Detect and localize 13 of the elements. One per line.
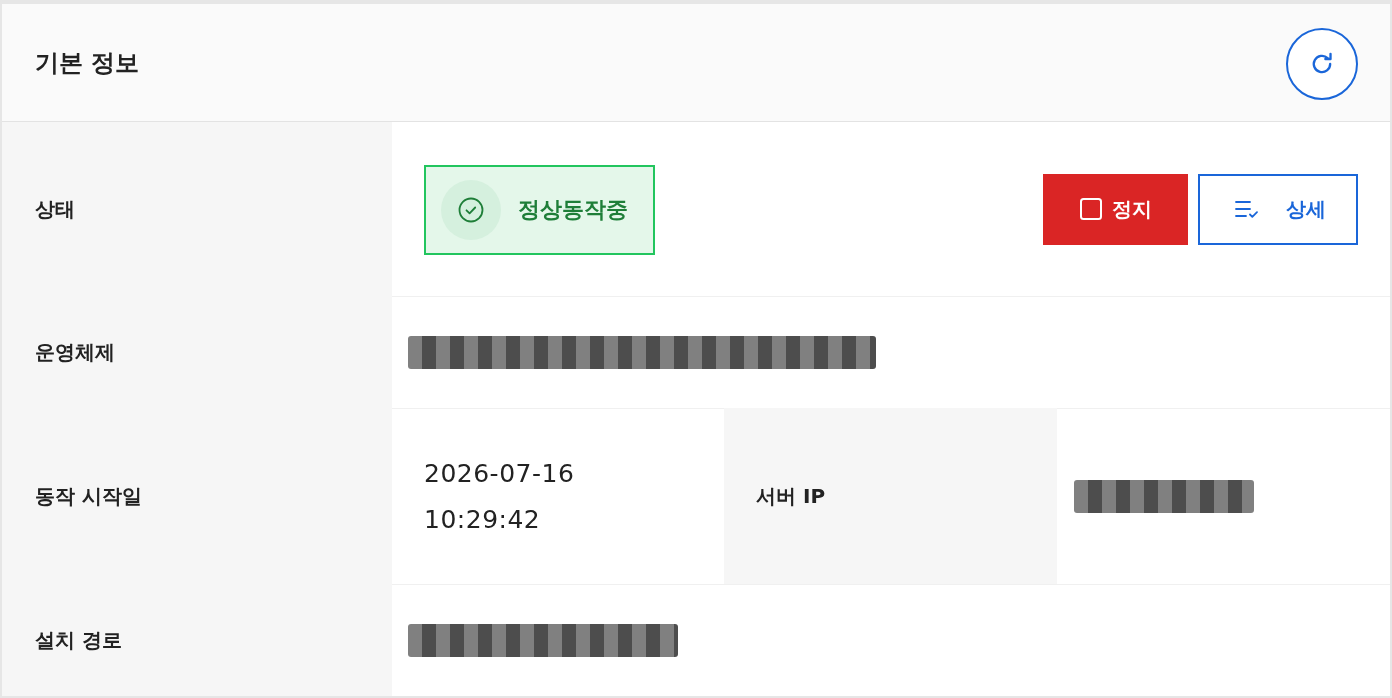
status-text: 정상동작중 (518, 196, 628, 224)
field-label: 운영체제 (35, 339, 115, 366)
field-label: 상태 (35, 195, 75, 223)
field-label: 설치 경로 (35, 627, 122, 654)
check-circle-icon (441, 180, 501, 240)
stop-button[interactable]: 정지 (1043, 173, 1188, 245)
field-value: 2026-07-16 10:29:42 (424, 457, 576, 536)
panel-title: 기본 정보 (35, 47, 140, 79)
square-icon (1079, 198, 1102, 220)
detail-button[interactable]: 상세 (1198, 173, 1358, 245)
list-check-icon (1234, 200, 1259, 218)
field-label: 서버 IP (756, 483, 826, 510)
field-label: 동작 시작일 (35, 483, 142, 510)
